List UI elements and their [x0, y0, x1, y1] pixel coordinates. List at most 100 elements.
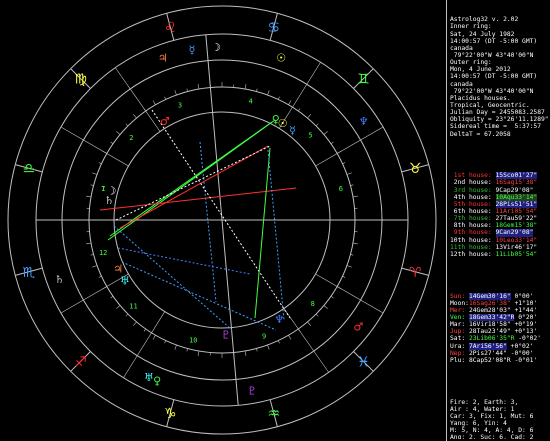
virgo-icon: ♍ [74, 72, 87, 88]
summary-line: Yang: 6, Yin: 4 [450, 420, 550, 427]
house-value: 13Vir46'17" [495, 243, 538, 251]
element-summary: Fire: 2, Earth: 3, Air : 4, Water: 1 Car: … [450, 399, 550, 439]
header-line: Mon, 4 June 2012 [450, 66, 550, 73]
planet-row: Sun: 14Gem30'16" 0°00' [450, 292, 550, 300]
summary-line: Ang: 2, Suc: 6, Cad: 2 [450, 434, 550, 439]
header-line: Tropical, Geocentric. [450, 102, 550, 109]
house-value: 10Leo33'14" [495, 236, 538, 244]
planet-name: Moon: [450, 299, 469, 307]
summary-text: Ang: 2, Suc: 6, Cad: 2 [450, 434, 534, 439]
summary-line: Car: 3, Fix: 1, Mut: 6 [450, 413, 550, 420]
jupiter-icon: ♃ [158, 51, 168, 64]
house-number: 11 [129, 302, 137, 310]
house-value: 11Lib05'54" [495, 250, 538, 258]
house-cusp-list: 1st house: 15Sco01'27" 2nd house: 16Sag1… [450, 172, 550, 258]
house-row: 4th house: 10Aqu33'14" [450, 193, 550, 201]
header-line: 79°22'00"W 43°40'00"N [450, 88, 550, 95]
house-number: 10 [189, 337, 197, 345]
summary-text: Car: 3, Fix: 1, Mut: 6 [450, 412, 534, 420]
house-number: 8 [311, 300, 315, 308]
planet-position: 14Gem30'16" [468, 292, 511, 300]
house-label: 7th house: [450, 215, 496, 223]
header-line: 79°22'00"W 43°40'00"N [450, 52, 550, 59]
planet-speed: 0°00' [510, 292, 534, 300]
venus-icon: ♀ [153, 374, 161, 387]
house-number: 12 [99, 249, 107, 257]
house-row: 7th house: 27Tau59'22" [450, 215, 550, 222]
capricorn-icon: ♑ [164, 406, 177, 422]
house-number: 7 [101, 185, 105, 193]
leo-icon: ♌ [164, 20, 177, 36]
mercury-icon: ☿ [289, 124, 296, 137]
house-value: 9Cap29'08" [495, 186, 534, 194]
venus-icon: ♀ [272, 113, 280, 126]
neptune-icon: ♆ [274, 313, 284, 326]
house-label: 12th house: [450, 250, 496, 258]
planet-row: Moon:16Sag26'38" +1°10' [450, 300, 550, 307]
panel-divider [446, 0, 447, 441]
planet-name: Plu: [450, 356, 469, 364]
house-value: 11Ari05'54" [495, 208, 538, 216]
house-row: 12th house: 11Lib05'54" [450, 251, 550, 258]
header-text: Placidus houses. [450, 94, 511, 102]
house-row: 5th house: 28Pis51'51" [450, 200, 550, 209]
planet-name: Ura: [450, 342, 469, 350]
planet-row: Nep: 2Pis27'44" -0°00' [450, 350, 550, 357]
cancer-icon: ♋ [267, 20, 280, 36]
header-line: 14:00:57 (DT -5:00 GMT) [450, 38, 550, 45]
header-text: Sidereal time = 5:37:57 [450, 123, 541, 131]
header-text: DeltaT = 67.2058 [450, 130, 511, 138]
header-text: Astrolog32 v. 2.02 [450, 16, 519, 24]
planet-position: 2Pis27'44" [468, 349, 507, 357]
pluto-icon: ♇ [221, 328, 231, 341]
house-number: 4 [249, 97, 253, 105]
planet-speed: +1°10' [510, 299, 538, 307]
header-text: Tropical, Geocentric. [450, 102, 530, 109]
jupiter-icon: ♃ [113, 262, 123, 275]
house-label: 8th house: [450, 222, 496, 230]
aquarius-icon: ♒ [267, 406, 280, 422]
summary-text: Fire: 2, Earth: 3, [450, 398, 519, 406]
pisces-icon: ♓ [357, 354, 370, 370]
house-number: 6 [339, 185, 343, 193]
moon-icon: ☽ [211, 41, 221, 54]
header-line: Obliquity = 23°26'11.1289" [450, 116, 550, 123]
header-text: 14:00:57 (DT -5:00 GMT) [450, 73, 538, 81]
planet-name: Sat: [450, 335, 469, 343]
house-label: 10th house: [450, 236, 496, 244]
planet-position: 7Ari56'56" [468, 342, 507, 350]
summary-line: Fire: 2, Earth: 3, [450, 399, 550, 406]
planet-name: Mer: [450, 306, 469, 314]
planet-speed: 0°20' [514, 314, 538, 322]
sagittarius-icon: ♐ [74, 354, 87, 370]
house-row: 8th house: 18Gem15'38" [450, 222, 550, 229]
header-text: Mon, 4 June 2012 [450, 66, 511, 74]
planet-position: 23Lib06'35"R [468, 335, 515, 343]
header-line: Inner ring: [450, 23, 550, 30]
header-text: canada [450, 80, 473, 88]
header-line: canada [450, 45, 550, 52]
chart-wheel: ♈♉♊♋♌♍♎♏♐♑ ♒♓123456789101112☉☉☽☽☿☿♀♀♂♂♃♃♄… [0, 0, 445, 441]
house-number: 9 [262, 333, 266, 341]
planet-name: Ven: [450, 314, 469, 322]
planet-speed: -0°01' [510, 356, 538, 364]
house-label: 3rd house: [450, 186, 496, 194]
house-label: 2nd house: [450, 179, 496, 187]
house-value: 18Gem15'38" [495, 222, 538, 230]
house-row: 10th house: 10Leo33'14" [450, 237, 550, 244]
libra-icon: ♎ [23, 161, 36, 177]
house-label: 6th house: [450, 208, 496, 216]
header-text: Sat, 24 July 1982 [450, 30, 515, 38]
info-panel: Astrolog32 v. 2.02 Inner ring: Sat, 24 Jul… [450, 2, 550, 439]
header-text: 79°22'00"W 43°40'00"N [450, 87, 534, 95]
gemini-icon: ♊ [357, 72, 370, 88]
scorpio-icon: ♏ [23, 265, 36, 281]
house-value: 10Aqu33'14" [495, 193, 538, 201]
house-row: 9th house: 9Can29'08" [450, 229, 550, 237]
mars-icon: ♂ [160, 115, 170, 128]
planet-position-list: Sun: 14Gem30'16" 0°00' Moon:16Sag26'38" +… [450, 292, 550, 364]
house-label: 1st house: [450, 172, 496, 180]
planet-speed: +1°44' [510, 306, 538, 314]
header-text: Outer ring: [450, 59, 492, 67]
saturn-icon: ♄ [104, 194, 114, 207]
